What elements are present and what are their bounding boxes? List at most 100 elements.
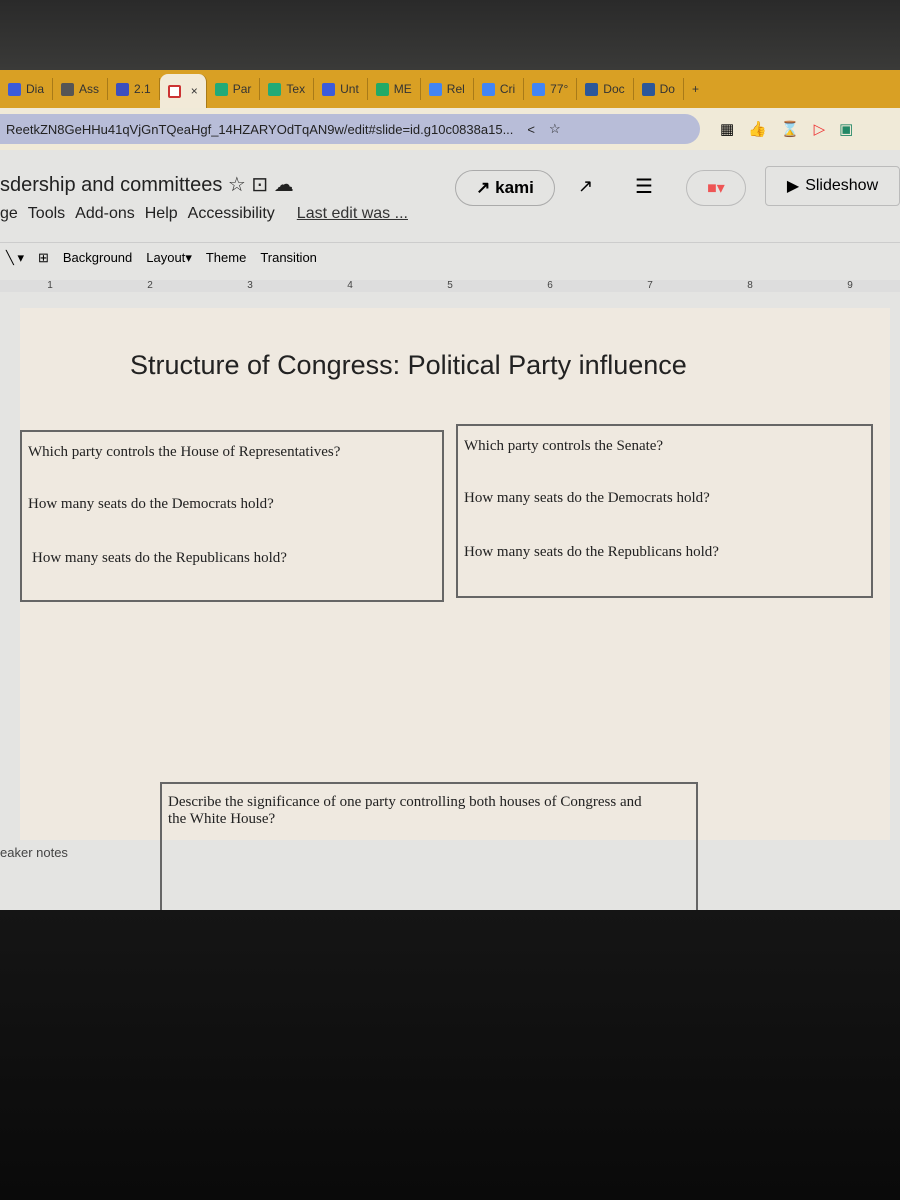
url-field[interactable]: ReetkZN8GeHHu41qVjGnTQeaHgf_14HZARYOdTqA… [0, 114, 700, 144]
play-icon: ▶ [786, 178, 800, 195]
ruler-tick-label: 6 [547, 280, 553, 291]
kami-icon: ↗ [476, 178, 496, 197]
browser-tab[interactable]: Unt [314, 78, 368, 100]
tab-label: Par [232, 82, 252, 96]
browser-tab[interactable]: 77° [524, 78, 578, 100]
house-question-control: Which party controls the House of Repres… [28, 444, 341, 460]
last-edit-link[interactable]: Last edit was ... [297, 205, 408, 223]
browser-tab[interactable]: Do [634, 78, 684, 100]
browser-tab[interactable]: × [159, 74, 207, 108]
describe-question: Describe the significance of one party c… [168, 794, 642, 827]
ruler[interactable]: 1 2 3 4 5 6 7 8 9 [0, 280, 900, 292]
browser-tab[interactable]: Tex [260, 78, 315, 100]
cloud-status-icon: ☁ [273, 174, 294, 196]
ruler-tick-label: 5 [447, 280, 453, 291]
browser-tab[interactable]: Cri [474, 78, 525, 100]
ruler-tick-label: 8 [747, 280, 753, 291]
move-icon[interactable]: ⊡ [251, 174, 268, 196]
describe-textbox[interactable]: Describe the significance of one party c… [160, 782, 698, 920]
document-title[interactable]: sdership and committees ☆ ⊡ ☁ [0, 172, 294, 197]
extensions: ▦ 👍 ⌛ ▷ ▣ [720, 120, 853, 138]
tab-favicon-icon [532, 82, 546, 96]
menu-help[interactable]: Help [145, 205, 178, 223]
star-icon[interactable]: ☆ [228, 174, 246, 196]
qr-extension-icon[interactable]: ▦ [720, 120, 734, 138]
tab-favicon-icon [322, 82, 336, 96]
comment-add-icon[interactable]: ⊞ [38, 250, 49, 266]
ruler-tick-label: 4 [347, 280, 353, 291]
tab-favicon-icon [214, 82, 228, 96]
url-text: ReetkZN8GeHHu41qVjGnTQeaHgf_14HZARYOdTqA… [6, 121, 514, 137]
menu-addons[interactable]: Add-ons [75, 205, 135, 223]
tab-label: Unt [340, 82, 359, 96]
kami-button[interactable]: ↗ kami [455, 170, 555, 206]
theme-button[interactable]: Theme [206, 250, 246, 265]
meet-button[interactable]: ■▾ [686, 170, 746, 206]
slideshow-label: Slideshow [805, 177, 879, 194]
tab-label: ME [393, 82, 412, 96]
ruler-tick-label: 9 [847, 280, 853, 291]
browser-tab[interactable]: 2.1 [108, 78, 160, 100]
tab-favicon-icon [8, 82, 21, 96]
tab-label: 77° [550, 82, 569, 96]
browser-tab[interactable]: Par [207, 78, 261, 100]
tab-favicon-icon [641, 82, 655, 96]
share-icon[interactable]: < [527, 122, 535, 137]
senate-question-democrats: How many seats do the Democrats hold? [464, 490, 710, 506]
browser-tab[interactable]: Rel [421, 78, 474, 100]
thumb-extension-icon[interactable]: 👍 [748, 120, 767, 138]
bookmark-star-icon[interactable]: ☆ [549, 121, 561, 137]
address-bar-row: ReetkZN8GeHHu41qVjGnTQeaHgf_14HZARYOdTqA… [0, 108, 900, 150]
desk-background [0, 910, 900, 1200]
browser-tab[interactable]: Ass [53, 78, 109, 100]
browser-tab[interactable]: Doc [577, 78, 634, 100]
menu-arrange[interactable]: ge [0, 205, 18, 223]
menu-bar: ge Tools Add-ons Help Accessibility Last… [0, 205, 408, 223]
house-question-republicans: How many seats do the Republicans hold? [32, 550, 287, 566]
tab-favicon-icon [61, 82, 75, 96]
tab-favicon-icon [116, 82, 130, 96]
senate-question-control: Which party controls the Senate? [464, 438, 664, 454]
new-tab-button[interactable]: + [692, 82, 699, 96]
senate-textbox[interactable]: Which party controls the Senate? How man… [456, 424, 873, 598]
tab-favicon-icon [268, 82, 282, 96]
ruler-tick-label: 2 [147, 280, 153, 291]
ruler-tick-label: 3 [247, 280, 253, 291]
tab-favicon-icon [428, 82, 442, 96]
close-tab-icon[interactable]: × [191, 84, 198, 98]
slide-canvas[interactable]: Structure of Congress: Political Party i… [20, 308, 890, 920]
slideshow-button[interactable]: ▶ Slideshow [765, 166, 900, 206]
tab-label: Doc [603, 82, 625, 96]
comments-icon[interactable]: ☰ [635, 174, 653, 199]
menu-tools[interactable]: Tools [28, 205, 65, 223]
tab-label: Dia [26, 82, 45, 96]
kami-label: kami [495, 178, 534, 197]
tab-label: Do [659, 82, 675, 96]
house-question-democrats: How many seats do the Democrats hold? [28, 496, 274, 512]
slide-title[interactable]: Structure of Congress: Political Party i… [130, 350, 687, 381]
layout-button[interactable]: Layout▾ [146, 250, 192, 266]
ruler-tick-label: 1 [47, 280, 53, 291]
tab-favicon-icon [481, 82, 495, 96]
google-slides-app: sdership and committees ☆ ⊡ ☁ ge Tools A… [0, 150, 900, 920]
ruler-tick-label: 7 [647, 280, 653, 291]
screen-extension-icon[interactable]: ▣ [839, 120, 853, 138]
line-tool-icon[interactable]: ╲ ▾ [6, 250, 24, 266]
browser-tab[interactable]: ME [368, 78, 421, 100]
speaker-notes[interactable]: eaker notes [0, 845, 68, 860]
toolbar: ╲ ▾ ⊞ Background Layout▾ Theme Transitio… [0, 242, 900, 272]
play-extension-icon[interactable]: ▷ [814, 120, 826, 138]
background-button[interactable]: Background [63, 250, 132, 265]
menu-accessibility[interactable]: Accessibility [188, 205, 275, 223]
tab-label: 2.1 [134, 82, 151, 96]
timer-extension-icon[interactable]: ⌛ [781, 120, 800, 138]
activity-icon[interactable]: ↗ [578, 176, 593, 197]
browser-tab[interactable]: Dia [0, 78, 54, 100]
tab-favicon-icon [375, 82, 389, 96]
tab-bar: Dia Ass 2.1 × Par Tex Unt ME Rel Cri 77° Doc Do + [0, 70, 900, 108]
house-textbox[interactable]: Which party controls the House of Repres… [20, 430, 444, 602]
senate-question-republicans: How many seats do the Republicans hold? [464, 544, 719, 560]
tab-label: Ass [79, 82, 100, 96]
transition-button[interactable]: Transition [260, 250, 317, 265]
tab-favicon-icon [585, 82, 599, 96]
